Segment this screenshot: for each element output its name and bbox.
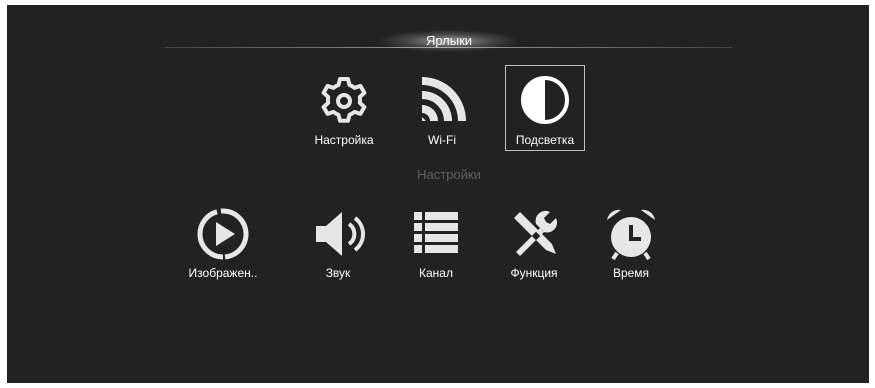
alarm-clock-icon (603, 206, 659, 262)
backlight-icon (517, 72, 573, 128)
header-title: Ярлыки (425, 33, 473, 48)
shortcut-wifi[interactable]: Wi-Fi (394, 67, 490, 151)
settings-label: Функция (510, 266, 558, 280)
shortcut-label: Подсветка (515, 133, 575, 147)
settings-label: Время (612, 266, 650, 280)
settings-label: Звук (325, 266, 351, 280)
shortcut-settings[interactable]: Настройка (296, 67, 392, 151)
play-circle-icon (195, 206, 251, 262)
shortcut-label: Настройка (314, 133, 374, 147)
settings-channel[interactable]: Канал (388, 200, 484, 284)
shortcuts-screen: Ярлыки Настройка Wi-Fi Подсветка Настрой… (7, 5, 869, 383)
section-title: Настройки (417, 167, 481, 182)
gear-icon (316, 73, 372, 129)
settings-function[interactable]: Функция (486, 200, 582, 284)
shortcut-backlight[interactable]: Подсветка (505, 65, 585, 151)
speaker-icon (310, 206, 366, 262)
settings-label: Изображен.. (188, 266, 258, 280)
settings-label: Канал (419, 266, 453, 280)
settings-time[interactable]: Время (583, 200, 679, 284)
settings-sound[interactable]: Звук (290, 200, 386, 284)
settings-picture[interactable]: Изображен.. (175, 200, 271, 284)
list-icon (408, 206, 464, 262)
tools-icon (506, 206, 562, 262)
wifi-icon (414, 73, 470, 129)
shortcut-label: Wi-Fi (428, 133, 456, 147)
